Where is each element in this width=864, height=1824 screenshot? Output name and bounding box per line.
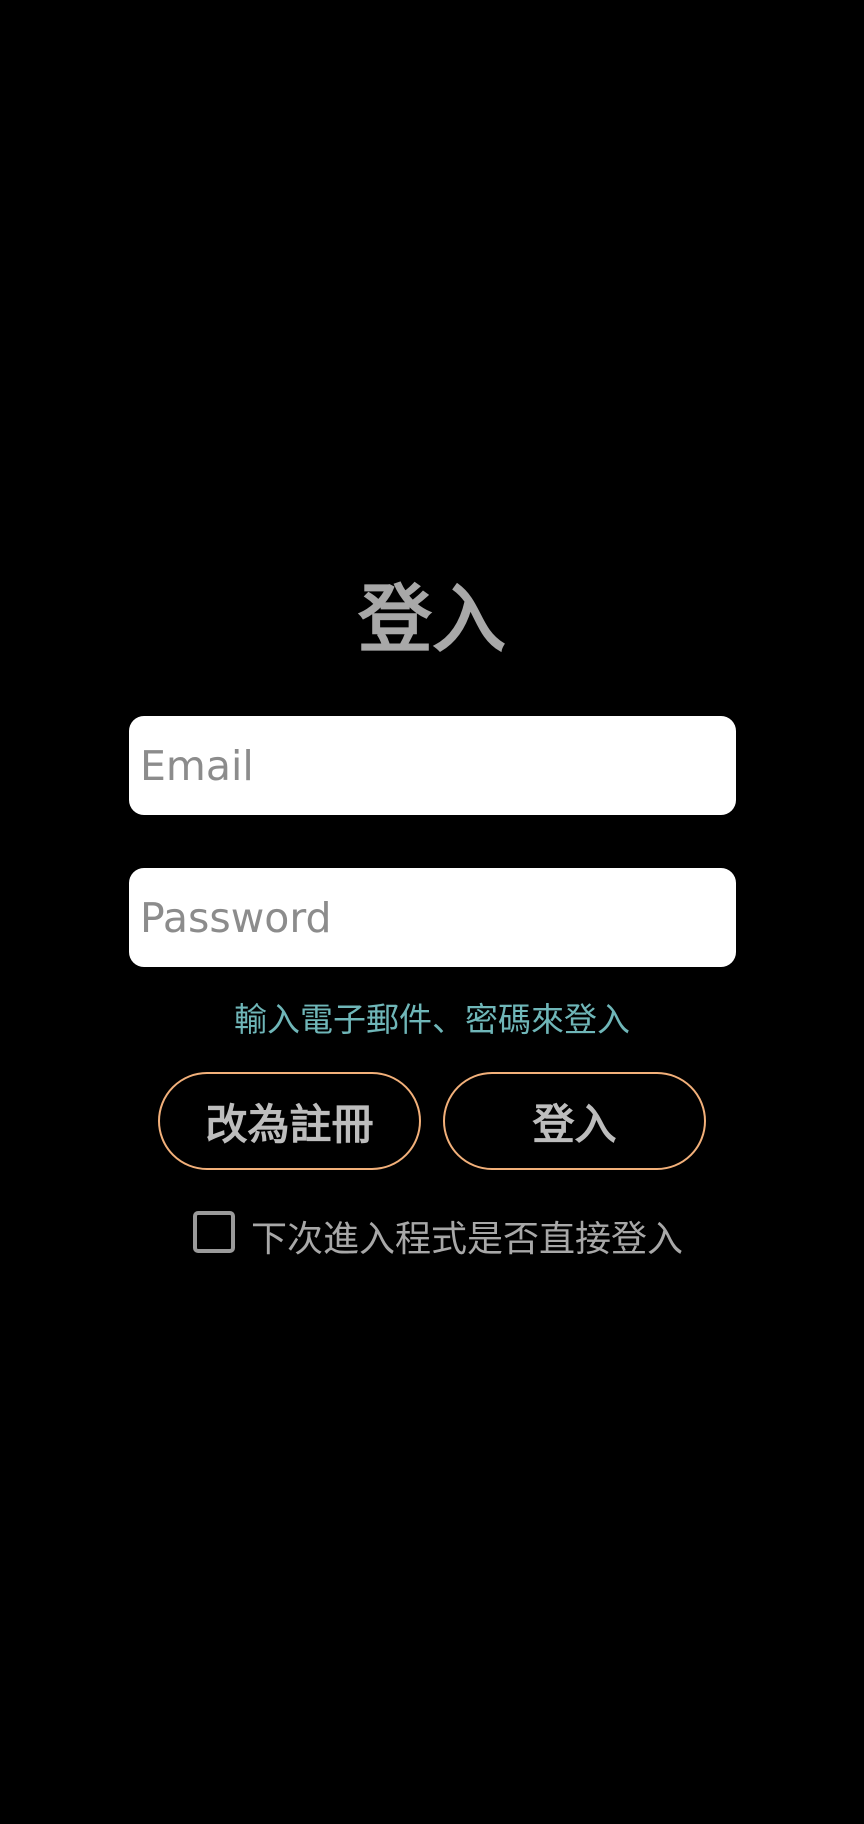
switch-to-register-button[interactable]: 改為註冊 — [158, 1072, 421, 1170]
email-field[interactable] — [129, 716, 736, 815]
login-button-label: 登入 — [532, 1099, 617, 1149]
password-field[interactable] — [129, 868, 736, 967]
login-hint-text: 輸入電子郵件、密碼來登入 — [234, 1000, 630, 1039]
switch-to-register-label: 改為註冊 — [205, 1099, 374, 1149]
page-title: 登入 — [358, 577, 506, 663]
auto-login-option[interactable]: 下次進入程式是否直接登入 — [193, 1208, 683, 1260]
auto-login-label: 下次進入程式是否直接登入 — [251, 1219, 684, 1260]
login-button[interactable]: 登入 — [443, 1072, 706, 1170]
auto-login-checkbox[interactable] — [193, 1211, 235, 1253]
